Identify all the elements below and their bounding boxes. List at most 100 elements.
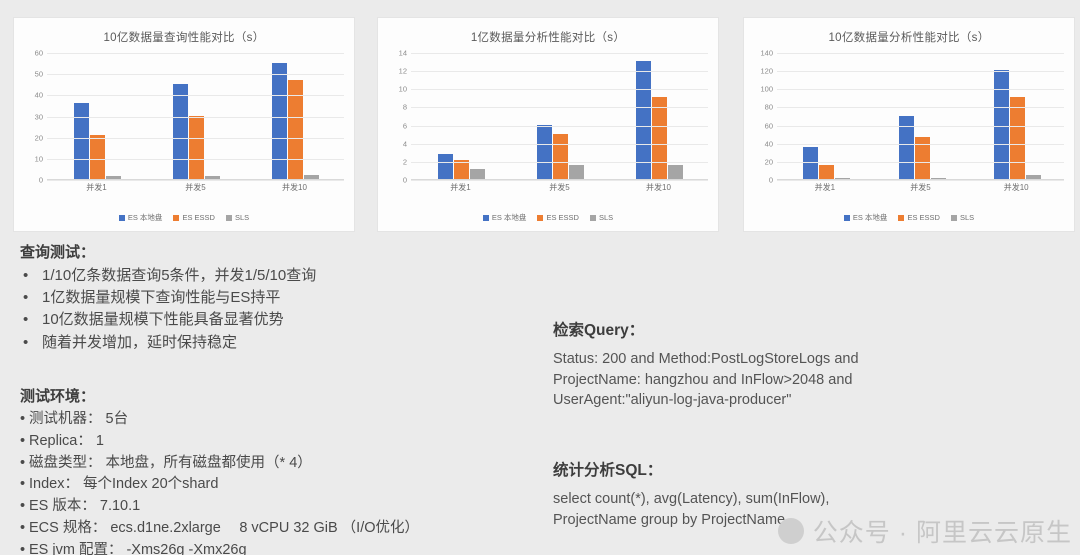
y-axis-tick-label: 60 bbox=[34, 48, 43, 58]
x-axis-tick-label: 并发10 bbox=[1003, 183, 1029, 192]
y-axis-tick-label: 14 bbox=[398, 48, 407, 58]
list-item: Index： 每个Index 20个shard bbox=[20, 474, 419, 496]
plot-area bbox=[47, 53, 344, 181]
y-axis-tick-label: 12 bbox=[398, 66, 407, 76]
bar bbox=[105, 175, 121, 179]
plot-area-wrapper: 0 2 4 6 8 10 12 14 并发1 并发5 并发10 bbox=[384, 49, 708, 193]
legend-item: ES ESSD bbox=[898, 213, 940, 222]
gridline bbox=[47, 158, 344, 160]
gridline bbox=[411, 161, 708, 163]
x-axis-tick-label: 并发10 bbox=[282, 183, 307, 192]
test-environment-block: 测试环境： 测试机器： 5台Replica： 1磁盘类型： 本地盘，所有磁盘都使… bbox=[20, 385, 419, 555]
gridline bbox=[411, 107, 708, 109]
list-item: 测试机器： 5台 bbox=[20, 409, 419, 431]
list-item: ECS 规格： ecs.d1ne.2xlarge 8 vCPU 32 GiB （… bbox=[20, 518, 419, 540]
legend-label: ES 本地盘 bbox=[852, 213, 888, 222]
y-axis-tick-label: 140 bbox=[760, 48, 773, 58]
chart-card-analysis-100m: 1亿数据量分析性能对比（s） 0 2 4 6 8 10 12 14 并发1 并发5 并发10 ES… bbox=[378, 18, 718, 231]
y-axis-tick-label: 80 bbox=[764, 102, 773, 112]
legend-swatch-icon bbox=[950, 214, 957, 221]
bar bbox=[188, 115, 204, 179]
y-axis-tick-label: 40 bbox=[34, 90, 43, 100]
y-axis: 0 2 4 6 8 10 12 14 bbox=[384, 49, 410, 183]
gridline bbox=[47, 53, 344, 54]
gridline bbox=[777, 161, 1064, 163]
test-environment-heading: 测试环境： bbox=[20, 388, 96, 405]
chart-title: 1亿数据量分析性能对比（s） bbox=[470, 32, 626, 44]
x-axis-tick-label: 并发1 bbox=[86, 183, 107, 192]
legend-swatch-icon bbox=[843, 214, 850, 221]
legend-swatch-icon bbox=[482, 214, 489, 221]
list-item: 1亿数据量规模下查询性能与ES持平 bbox=[20, 287, 316, 309]
legend-label: SLS bbox=[598, 213, 614, 222]
legend-item: ES 本地盘 bbox=[482, 212, 527, 223]
y-axis-tick-label: 120 bbox=[760, 66, 773, 76]
gridline bbox=[47, 95, 344, 97]
bar bbox=[437, 154, 453, 179]
legend-label: ES ESSD bbox=[182, 213, 215, 222]
y-axis-tick-label: 10 bbox=[398, 84, 407, 94]
legend-swatch-icon bbox=[225, 214, 232, 221]
search-query-heading: 检索Query： bbox=[553, 322, 645, 339]
bar bbox=[469, 169, 485, 179]
gridline bbox=[47, 74, 344, 76]
slide-canvas: 10亿数据量查询性能对比（s） 0 10 20 30 40 50 60 并发1 并发5 并发10… bbox=[0, 0, 1080, 555]
y-axis-tick-label: 50 bbox=[34, 69, 43, 79]
gridline bbox=[411, 71, 708, 73]
bar bbox=[651, 97, 667, 179]
y-axis: 0 10 20 30 40 50 60 bbox=[20, 49, 46, 183]
bar bbox=[1010, 97, 1026, 179]
plot-area bbox=[411, 53, 708, 181]
gridline bbox=[411, 143, 708, 145]
bar bbox=[172, 83, 188, 179]
list-item: ES jvm 配置： -Xms26g -Xmx26g bbox=[20, 540, 419, 555]
y-axis-tick-label: 100 bbox=[760, 84, 773, 94]
list-item: 10亿数据量规模下性能具备显著优势 bbox=[20, 309, 316, 331]
x-axis-tick-label: 并发5 bbox=[549, 183, 570, 192]
legend-label: SLS bbox=[234, 213, 250, 222]
chart-title: 10亿数据量分析性能对比（s） bbox=[828, 32, 990, 44]
bar bbox=[1026, 175, 1042, 179]
legend-label: ES 本地盘 bbox=[491, 213, 527, 222]
gridline bbox=[777, 180, 1064, 181]
gridline bbox=[47, 180, 344, 181]
y-axis-tick-label: 0 bbox=[402, 175, 407, 185]
legend-item: ES ESSD bbox=[173, 213, 215, 222]
x-axis: 并发1 并发5 并发10 bbox=[47, 182, 344, 193]
gridline bbox=[411, 180, 708, 181]
chart-card-query-1b: 10亿数据量查询性能对比（s） 0 10 20 30 40 50 60 并发1 并发5 并发10… bbox=[14, 18, 354, 231]
analysis-sql-heading: 统计分析SQL： bbox=[553, 462, 663, 479]
chart-title: 10亿数据量查询性能对比（s） bbox=[103, 32, 265, 44]
y-axis-tick-label: 0 bbox=[768, 175, 773, 185]
gridline bbox=[777, 143, 1064, 145]
bar bbox=[552, 133, 568, 179]
y-axis-tick-label: 8 bbox=[402, 102, 407, 112]
plot-area-wrapper: 0 10 20 30 40 50 60 并发1 并发5 并发10 bbox=[20, 49, 344, 193]
gridline bbox=[411, 53, 708, 54]
gridline bbox=[47, 116, 344, 118]
legend-item: ES 本地盘 bbox=[118, 212, 162, 223]
legend-item: SLS bbox=[589, 213, 614, 222]
y-axis-tick-label: 60 bbox=[764, 120, 773, 130]
gridline bbox=[777, 107, 1064, 109]
bar bbox=[834, 177, 850, 179]
y-axis-tick-label: 10 bbox=[34, 154, 43, 164]
query-test-list: 1/10亿条数据查询5条件，并发1/5/10查询1亿数据量规模下查询性能与ES持… bbox=[20, 265, 316, 354]
gridline bbox=[411, 89, 708, 91]
legend-label: ES ESSD bbox=[907, 213, 940, 222]
x-axis-tick-label: 并发10 bbox=[646, 183, 671, 192]
y-axis-tick-label: 2 bbox=[402, 157, 407, 167]
y-axis-tick-label: 40 bbox=[764, 138, 773, 148]
plot-area bbox=[777, 53, 1064, 181]
gridline bbox=[47, 137, 344, 139]
bar bbox=[73, 102, 89, 179]
y-axis-tick-label: 20 bbox=[34, 132, 43, 142]
x-axis-tick-label: 并发5 bbox=[185, 183, 206, 192]
list-item: 1/10亿条数据查询5条件，并发1/5/10查询 bbox=[20, 265, 316, 287]
charts-row: 10亿数据量查询性能对比（s） 0 10 20 30 40 50 60 并发1 并发5 并发10… bbox=[0, 18, 1080, 231]
legend-swatch-icon bbox=[898, 214, 905, 221]
x-axis-tick-label: 并发1 bbox=[814, 183, 836, 192]
legend-item: SLS bbox=[950, 213, 974, 222]
bar bbox=[89, 134, 105, 179]
query-test-heading: 查询测试： bbox=[20, 244, 96, 261]
